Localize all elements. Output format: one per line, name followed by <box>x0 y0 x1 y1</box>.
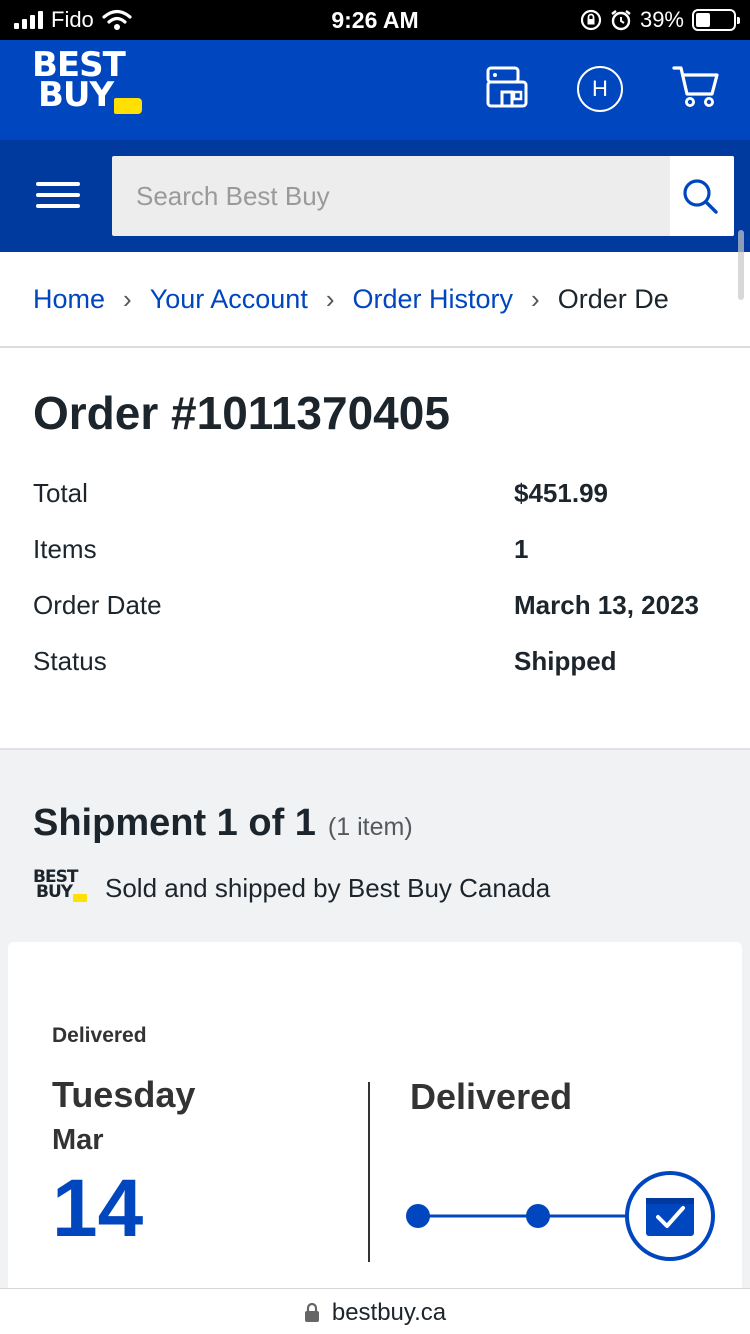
tracker-step-shipped <box>526 1204 550 1228</box>
delivery-day-number: 14 <box>52 1163 144 1254</box>
breadcrumb: Home › Your Account › Order History › Or… <box>0 252 750 348</box>
order-row-date: Order Date March 13, 2023 <box>33 590 733 646</box>
delivery-day-name: Tuesday <box>52 1074 196 1115</box>
order-row-label: Items <box>33 534 97 564</box>
order-row-items: Items 1 <box>33 534 733 590</box>
url-domain: bestbuy.ca <box>331 1299 447 1326</box>
lock-icon <box>304 1303 319 1322</box>
delivery-month: Mar <box>52 1124 104 1156</box>
breadcrumb-current: Order De <box>557 284 669 314</box>
order-row-label: Order Date <box>33 590 162 620</box>
battery-percent: 39% <box>639 7 684 32</box>
logo-line2: BUY <box>38 75 114 115</box>
seller-text: Sold and shipped by Best Buy Canada <box>105 872 551 903</box>
orientation-lock-icon <box>580 9 602 31</box>
status-bar: Fido 9:26 AM 39% <box>0 0 750 40</box>
shipment-section: Shipment 1 of 1 (1 item) BEST BUY Sold an… <box>0 748 750 1334</box>
delivery-tracker <box>406 1171 715 1261</box>
divider <box>368 1082 370 1262</box>
chevron-right-icon: › <box>531 284 540 314</box>
order-row-value: 1 <box>514 534 529 564</box>
menu-icon[interactable] <box>36 182 80 208</box>
logo-tag-icon <box>73 894 87 902</box>
shipment-title-text: Shipment 1 of 1 <box>33 802 316 844</box>
logo-tag-icon <box>114 98 142 114</box>
delivery-status-big: Delivered <box>410 1076 573 1117</box>
order-summary: Total $451.99 Items 1 Order Date March 1… <box>33 478 733 702</box>
alarm-icon <box>611 10 631 31</box>
chevron-right-icon: › <box>325 284 335 314</box>
battery-icon <box>692 9 740 31</box>
tracker-step-ordered <box>406 1204 430 1228</box>
scrollbar[interactable] <box>738 230 744 300</box>
order-row-label: Status <box>33 646 107 676</box>
box-check-icon <box>646 1198 694 1236</box>
best-buy-logo[interactable]: BEST BUY <box>32 48 142 115</box>
search-input[interactable] <box>112 156 672 236</box>
site-header: BEST BUY H <box>0 40 750 140</box>
search-button[interactable] <box>670 156 734 236</box>
page-title: Order #1011370405 <box>33 387 450 439</box>
search-icon <box>683 179 718 214</box>
best-buy-mini-logo: BEST BUY <box>33 869 89 906</box>
order-row-value: Shipped <box>514 646 617 676</box>
seller-info: BEST BUY Sold and shipped by Best Buy Ca… <box>33 869 551 906</box>
delivery-card[interactable]: Delivered Tuesday Mar 14 Delivered <box>8 942 742 1302</box>
order-row-total: Total $451.99 <box>33 478 733 534</box>
search-bar-row <box>0 140 750 252</box>
order-row-value: March 13, 2023 <box>514 590 700 620</box>
breadcrumb-order-history[interactable]: Order History <box>353 284 514 315</box>
browser-url-bar[interactable]: bestbuy.ca <box>0 1288 750 1334</box>
breadcrumb-home[interactable]: Home <box>33 284 105 315</box>
search-box <box>112 156 734 236</box>
shipment-item-count: (1 item) <box>327 813 413 841</box>
delivery-status-small: Delivered <box>52 1024 147 1047</box>
avatar-initial: H <box>592 76 608 101</box>
order-row-status: Status Shipped <box>33 646 733 702</box>
cart-icon[interactable] <box>672 62 720 110</box>
breadcrumb-your-account[interactable]: Your Account <box>150 284 308 315</box>
shipment-title: Shipment 1 of 1 (1 item) <box>33 802 413 845</box>
store-icon[interactable] <box>484 62 532 110</box>
chevron-right-icon: › <box>123 284 132 314</box>
order-row-label: Total <box>33 478 88 508</box>
order-row-value: $451.99 <box>514 478 608 508</box>
account-icon[interactable]: H <box>577 66 623 112</box>
status-right: 39% <box>580 7 740 33</box>
